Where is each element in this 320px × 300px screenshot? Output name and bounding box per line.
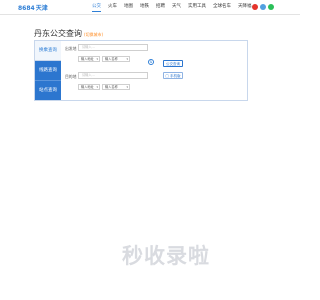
nav-item-train[interactable]: 火车 [108,3,117,12]
from-city-select[interactable]: 输入名称 [102,56,130,62]
nav-item-cars[interactable]: 全球名车 [213,3,231,12]
main-nav: 公交 火车 地图 地铁 招聘 天气 实用工具 全球名车 天降福 [92,3,252,12]
nav-item-tools[interactable]: 实用工具 [188,3,206,12]
search-panel: 换乘查询 线路查询 站点查询 出发地 请输入... 输入地址 输入名称 ⇅ 目的… [34,40,248,101]
search-button[interactable]: 公交查询 [163,60,183,67]
site-logo[interactable]: 8684天津 [18,3,48,12]
watermark-text: 秒收录啦 [122,244,210,268]
wechat-icon[interactable] [268,4,274,10]
to-city-select[interactable]: 输入名称 [102,84,130,90]
nav-item-subway[interactable]: 地铁 [140,3,149,12]
switch-city-link[interactable]: (切换城市) [84,32,103,37]
to-region-select[interactable]: 输入地址 [78,84,100,90]
nav-item-jobs[interactable]: 招聘 [156,3,165,12]
top-bar: 8684天津 公交 火车 地图 地铁 招聘 天气 实用工具 全球名车 天降福 [0,0,300,15]
from-label: 出发地 [65,46,77,51]
tab-line[interactable]: 线路查询 [35,60,61,81]
page-title: 丹东公交查询 (切换城市) [34,28,103,39]
to-label: 目的地 [65,74,77,79]
tab-station[interactable]: 站点查询 [35,80,61,100]
tab-transfer[interactable]: 换乘查询 [35,41,61,61]
nav-item-more[interactable]: 天降福 [238,3,252,12]
nav-item-weather[interactable]: 天气 [172,3,181,12]
page-title-text: 丹东公交查询 [34,29,82,38]
social-icons [252,4,274,10]
nav-item-map[interactable]: 地图 [124,3,133,12]
logo-text: 8684 [18,5,35,12]
from-region-select[interactable]: 输入地址 [78,56,100,62]
from-input[interactable]: 请输入... [78,44,148,51]
qq-icon[interactable] [260,4,266,10]
search-tabs: 换乘查询 线路查询 站点查询 [35,41,61,100]
mobile-button[interactable]: □ 手机版 [163,72,183,79]
weibo-icon[interactable] [252,4,258,10]
to-input[interactable]: 请输入... [78,72,148,79]
swap-icon[interactable]: ⇅ [148,59,154,65]
nav-item-bus[interactable]: 公交 [92,3,101,12]
city-name: 天津 [35,5,48,12]
